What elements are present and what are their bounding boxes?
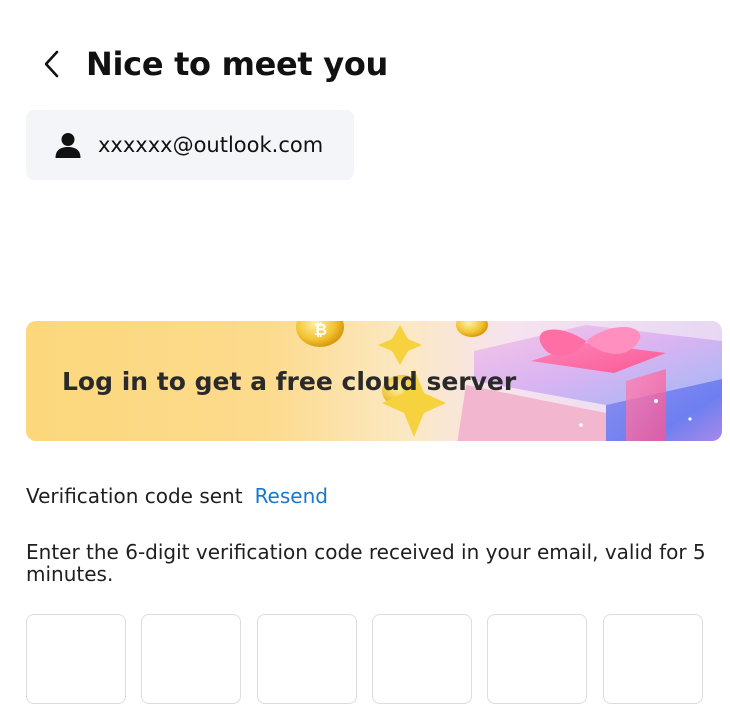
- verification-instruction: Enter the 6-digit verification code rece…: [26, 540, 706, 586]
- header: Nice to meet you: [36, 40, 388, 88]
- promo-banner[interactable]: ₿ Log in to get a free cloud server: [26, 321, 722, 441]
- promo-text: Log in to get a free cloud server: [62, 366, 517, 396]
- verification-status-text: Verification code sent: [26, 484, 243, 508]
- account-email: xxxxxx@outlook.com: [98, 133, 324, 157]
- account-chip[interactable]: xxxxxx@outlook.com: [26, 110, 354, 180]
- user-icon: [54, 131, 82, 159]
- resend-link[interactable]: Resend: [255, 484, 328, 508]
- chevron-left-icon: [44, 50, 59, 78]
- back-button[interactable]: [36, 48, 68, 80]
- code-digit-4[interactable]: [372, 614, 472, 704]
- code-digit-2[interactable]: [141, 614, 241, 704]
- code-digit-6[interactable]: [603, 614, 703, 704]
- code-digit-3[interactable]: [257, 614, 357, 704]
- verification-code-inputs: [26, 614, 706, 706]
- code-digit-1[interactable]: [26, 614, 126, 704]
- code-digit-5[interactable]: [487, 614, 587, 704]
- verification-status-row: Verification code sent Resend: [26, 480, 328, 512]
- page-title: Nice to meet you: [86, 45, 388, 83]
